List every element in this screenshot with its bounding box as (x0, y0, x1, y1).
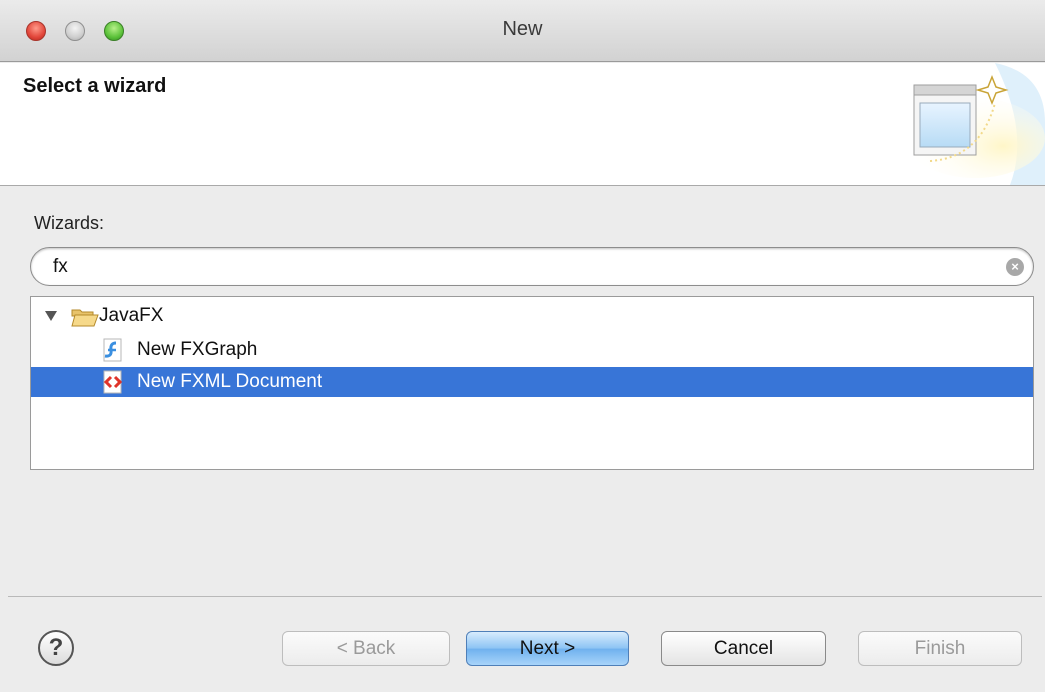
help-button[interactable]: ? (38, 630, 74, 666)
folder-open-icon (71, 309, 99, 327)
window-title: New (502, 18, 543, 40)
finish-button[interactable]: Finish (858, 631, 1022, 666)
tree-node-label: New FXGraph (137, 339, 258, 360)
banner-title: Select a wizard (23, 75, 167, 97)
title-bar[interactable]: New (0, 0, 1045, 62)
wizard-filter-input[interactable] (53, 254, 993, 280)
tree-node-javafx[interactable]: JavaFX (31, 301, 1033, 331)
new-wizard-dialog: New Select a wizard Wizards: fx × JavaFX… (0, 0, 1045, 692)
clear-search-icon[interactable]: × (1006, 258, 1024, 276)
cancel-button[interactable]: Cancel (661, 631, 826, 666)
expand-triangle-icon[interactable] (45, 311, 57, 321)
tree-node-new-fxml-document[interactable]: New FXML Document (31, 367, 1033, 397)
tree-node-new-fxgraph[interactable]: New FXGraph (31, 335, 1033, 365)
next-button[interactable]: Next > (466, 631, 629, 666)
wizards-label: Wizards: (34, 213, 105, 233)
footer-separator (8, 596, 1042, 597)
tree-node-label: JavaFX (99, 305, 164, 326)
fxml-icon (103, 370, 123, 394)
wizard-filter-field[interactable]: × (30, 247, 1034, 286)
tree-node-label: New FXML Document (137, 371, 323, 392)
wizard-tree[interactable]: JavaFX New FXGraph New FXML Document (30, 296, 1034, 470)
back-button[interactable]: < Back (282, 631, 450, 666)
fxgraph-icon (103, 338, 122, 362)
wizard-window-icon (905, 63, 1045, 185)
wizard-banner: Select a wizard (0, 63, 1045, 186)
